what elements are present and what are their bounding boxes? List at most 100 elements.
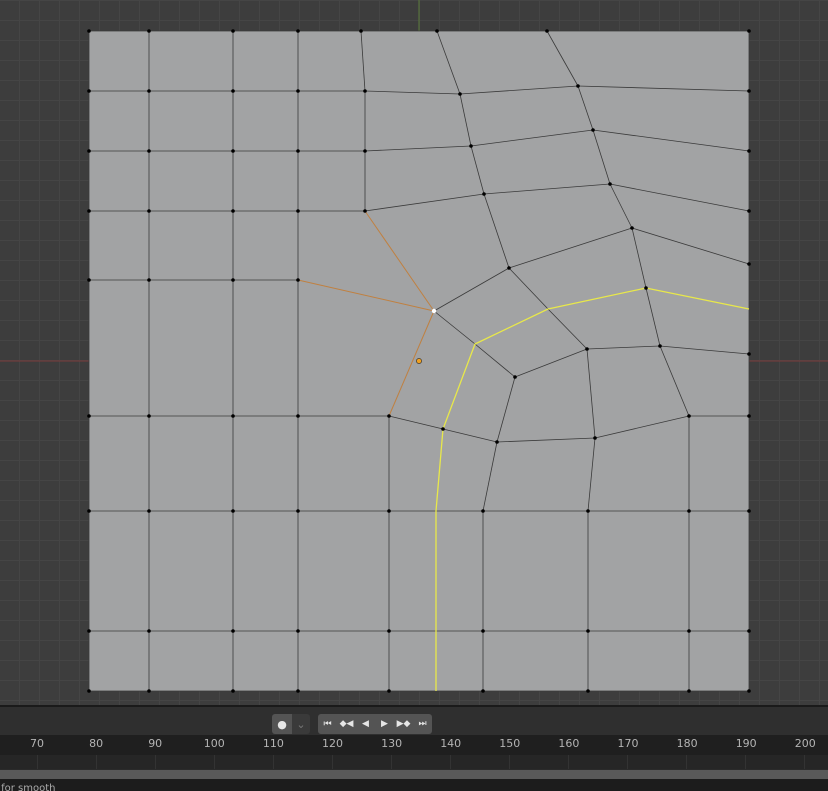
mesh-vertex: [87, 509, 91, 513]
prev-keyframe-icon: ◆◀: [339, 719, 354, 729]
mesh-vertex: [658, 344, 662, 348]
frame-tick-label: 70: [30, 737, 44, 750]
frame-tick-label: 150: [499, 737, 521, 750]
mesh-vertex: [231, 689, 235, 693]
mesh-vertex: [747, 89, 751, 93]
mesh-vertex: [296, 629, 300, 633]
mesh-vertex: [296, 89, 300, 93]
mesh-vertex: [363, 209, 367, 213]
play-button[interactable]: ▶: [375, 714, 394, 734]
jump-start-button[interactable]: ⏮: [318, 714, 337, 734]
mesh-vertex: [296, 509, 300, 513]
record-options-dropdown[interactable]: ⌄: [292, 714, 310, 734]
object-origin: [416, 358, 422, 364]
mesh-vertex: [296, 29, 300, 33]
frame-tick-label: 170: [617, 737, 639, 750]
frame-tick-label: 200: [794, 737, 816, 750]
mesh-vertex: [147, 689, 151, 693]
mesh-vertex: [231, 278, 235, 282]
mesh-vertex: [87, 89, 91, 93]
mesh-vertex: [586, 509, 590, 513]
mesh-vertex: [387, 414, 391, 418]
mesh-vertex: [147, 629, 151, 633]
mesh-vertex: [644, 286, 648, 290]
mesh-vertex: [296, 278, 300, 282]
mesh-vertex: [147, 89, 151, 93]
frame-tick-label: 90: [148, 737, 163, 750]
mesh-vertex: [147, 209, 151, 213]
mesh-vertex: [387, 509, 391, 513]
mesh-vertex: [296, 689, 300, 693]
record-dot-icon: ●: [277, 717, 287, 731]
status-text: t for smooth: [0, 783, 56, 791]
frame-tick-label: 80: [89, 737, 104, 750]
mesh-vertex: [387, 629, 391, 633]
play-reverse-button[interactable]: ◀: [356, 714, 375, 734]
mesh-vertex: [87, 414, 91, 418]
mesh-vertex: [495, 440, 499, 444]
mesh-vertex: [687, 689, 691, 693]
mesh-vertex: [359, 29, 363, 33]
next-keyframe-button[interactable]: ▶◆: [394, 714, 413, 734]
mesh-vertex: [87, 29, 91, 33]
mesh-vertex: [482, 192, 486, 196]
jump-start-icon: ⏮: [323, 719, 332, 729]
jump-end-button[interactable]: ⏭: [413, 714, 432, 734]
mesh-vertex: [481, 689, 485, 693]
mesh-vertex: [296, 209, 300, 213]
mesh-vertex: [231, 414, 235, 418]
mesh-vertex: [687, 629, 691, 633]
jump-end-icon: ⏭: [418, 719, 427, 729]
mesh-vertex: [593, 436, 597, 440]
play-icon: ▶: [381, 719, 388, 729]
mesh-vertex: [586, 689, 590, 693]
status-bar: t for smooth: [0, 779, 828, 791]
mesh-vertex: [147, 278, 151, 282]
timeline-header: ● ⌄ ⏮ ◆◀ ◀ ▶ ▶◆ ⏭: [0, 705, 828, 735]
mesh-vertex: [481, 509, 485, 513]
frame-tick-label: 160: [558, 737, 580, 750]
record-button[interactable]: ●: [272, 714, 292, 734]
mesh-vertex: [586, 629, 590, 633]
mesh-vertex: [147, 29, 151, 33]
mesh-vertex: [231, 629, 235, 633]
mesh-vertex: [231, 149, 235, 153]
mesh-vertex: [296, 149, 300, 153]
mesh-vertex: [231, 509, 235, 513]
mesh-vertex: [507, 266, 511, 270]
mesh-vertex: [747, 352, 751, 356]
mesh-vertex: [576, 84, 580, 88]
mesh-vertex: [747, 689, 751, 693]
mesh-vertex: [591, 128, 595, 132]
mesh-vertex: [747, 262, 751, 266]
timeline-track[interactable]: [0, 755, 828, 769]
mesh-vertex: [585, 347, 589, 351]
mesh-vertex: [147, 414, 151, 418]
mesh-vertex: [147, 509, 151, 513]
frame-tick-label: 100: [203, 737, 225, 750]
mesh-vertex: [687, 414, 691, 418]
mesh-vertex: [231, 29, 235, 33]
play-reverse-icon: ◀: [362, 719, 369, 729]
mesh-vertex: [387, 689, 391, 693]
frame-tick-label: 180: [676, 737, 698, 750]
mesh-vertex: [458, 92, 462, 96]
mesh-vertex: [747, 414, 751, 418]
next-keyframe-icon: ▶◆: [396, 719, 411, 729]
3d-viewport[interactable]: [0, 0, 828, 705]
mesh-vertex: [608, 182, 612, 186]
timeline-ruler[interactable]: 70 80 90 100 110 120 130 140 150 160 170 180 190 200: [0, 735, 828, 755]
mesh-vertex: [296, 414, 300, 418]
chevron-down-icon: ⌄: [296, 717, 306, 731]
mesh-plane[interactable]: [0, 0, 828, 705]
mesh-vertex: [231, 209, 235, 213]
active-vertex: [431, 308, 437, 314]
mesh-vertex: [687, 509, 691, 513]
prev-keyframe-button[interactable]: ◆◀: [337, 714, 356, 734]
frame-tick-label: 120: [322, 737, 343, 750]
mesh-vertex: [747, 509, 751, 513]
frame-tick-label: 110: [262, 737, 284, 750]
mesh-vertex: [545, 29, 549, 33]
frame-tick-label: 190: [735, 737, 757, 750]
mesh-vertex: [469, 144, 473, 148]
